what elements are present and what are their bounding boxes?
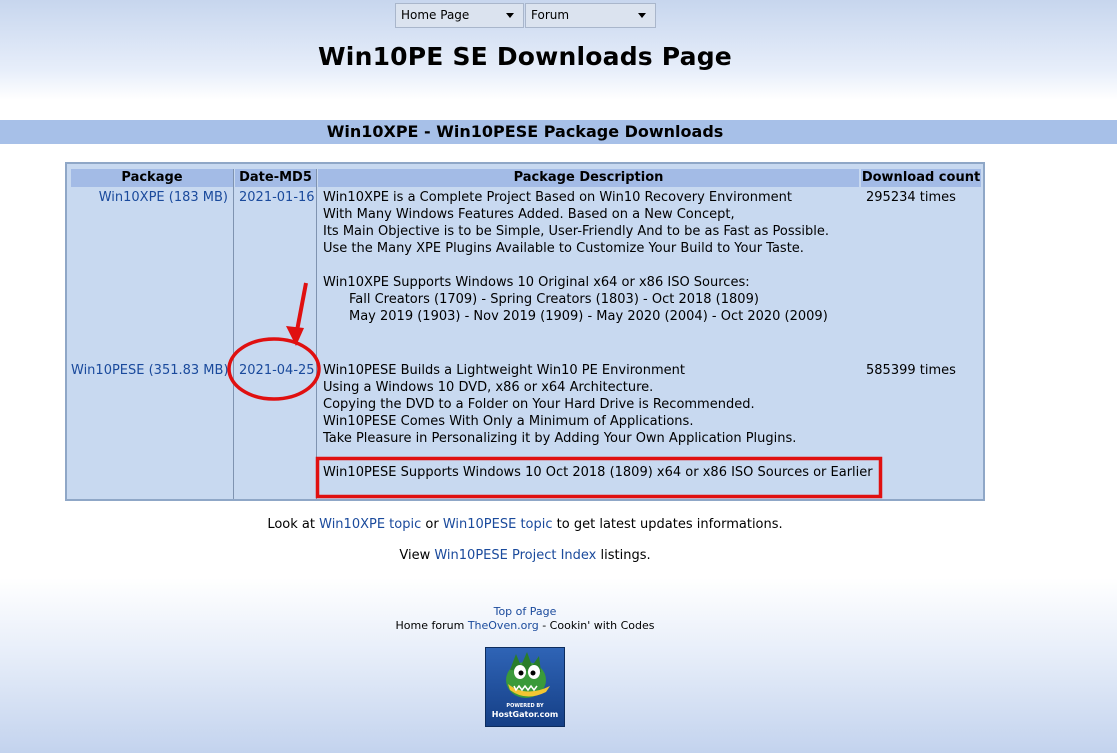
package-link-win10xpe[interactable]: Win10XPE (183 MB) <box>71 189 228 206</box>
package-link-win10pese[interactable]: Win10PESE (351.83 MB) <box>71 362 229 379</box>
project-index-suffix: listings. <box>600 548 651 563</box>
home-forum-line: Home forum TheOven.org - Cookin' with Co… <box>0 619 1050 633</box>
download-count: 585399 times <box>866 363 956 378</box>
home-page-dropdown-label: Home Page <box>401 8 470 22</box>
description-line: Copying the DVD to a Folder on Your Hard… <box>323 397 755 412</box>
home-page-dropdown[interactable]: Home Page <box>395 3 524 28</box>
section-title: Win10XPE - Win10PESE Package Downloads <box>0 120 1117 144</box>
chevron-down-icon <box>638 13 646 18</box>
top-of-page-link[interactable]: Top of Page <box>494 605 557 618</box>
powered-by-text: POWERED BY <box>506 703 544 709</box>
forum-dropdown[interactable]: Forum <box>525 3 656 28</box>
description-line: Win10PESE Builds a Lightweight Win10 PE … <box>323 363 685 378</box>
date-md5-link-win10pese[interactable]: 2021-04-25 <box>239 362 315 379</box>
project-index-prefix: View <box>399 548 431 563</box>
column-header-description: Package Description <box>318 169 859 187</box>
top-navigation: Home Page Forum <box>395 3 656 28</box>
top-of-page-line: Top of Page <box>0 605 1050 619</box>
column-divider <box>316 169 317 499</box>
updates-info-suffix: to get latest updates informations. <box>556 517 783 532</box>
description-line: Win10PESE Comes With Only a Minimum of A… <box>323 414 694 429</box>
download-count: 295234 times <box>866 190 956 205</box>
gator-mascot-icon <box>506 652 550 698</box>
hostgator-name: HostGator.com <box>491 710 559 719</box>
project-index-line: View Win10PESE Project Index listings. <box>0 548 1050 563</box>
column-header-package: Package <box>71 169 233 187</box>
theoven-link[interactable]: TheOven.org <box>468 619 539 632</box>
hostgator-logo[interactable]: POWERED BY HostGator.com <box>485 647 565 727</box>
description-line: With Many Windows Features Added. Based … <box>323 207 735 222</box>
date-md5-link-win10xpe[interactable]: 2021-01-16 <box>239 189 315 206</box>
sources-line: May 2019 (1903) - Nov 2019 (1909) - May … <box>349 309 828 324</box>
column-divider <box>233 169 234 499</box>
sources-title: Win10XPE Supports Windows 10 Original x6… <box>323 275 750 290</box>
updates-info-mid: or <box>425 517 439 532</box>
page-title: Win10PE SE Downloads Page <box>318 42 732 71</box>
description-line: Take Pleasure in Personalizing it by Add… <box>323 431 797 446</box>
description-line: Its Main Objective is to be Simple, User… <box>323 224 829 239</box>
home-forum-suffix: - Cookin' with Codes <box>542 619 655 632</box>
chevron-down-icon <box>506 13 514 18</box>
home-forum-prefix: Home forum <box>395 619 465 632</box>
updates-info-prefix: Look at <box>267 517 315 532</box>
project-index-link[interactable]: Win10PESE Project Index <box>434 548 596 563</box>
downloads-table: Package Date-MD5 Package Description Dow… <box>65 162 985 501</box>
description-line: Using a Windows 10 DVD, x86 or x64 Archi… <box>323 380 654 395</box>
description-line: Use the Many XPE Plugins Available to Cu… <box>323 241 804 256</box>
win10pese-topic-link[interactable]: Win10PESE topic <box>443 517 553 532</box>
description-line: Win10XPE is a Complete Project Based on … <box>323 190 792 205</box>
updates-info-line: Look at Win10XPE topic or Win10PESE topi… <box>0 517 1050 532</box>
sources-line: Fall Creators (1709) - Spring Creators (… <box>349 292 759 307</box>
column-header-date: Date-MD5 <box>235 169 316 187</box>
column-header-download-count: Download count <box>861 169 981 187</box>
forum-dropdown-label: Forum <box>531 8 570 22</box>
sources-title: Win10PESE Supports Windows 10 Oct 2018 (… <box>323 465 873 480</box>
win10xpe-topic-link[interactable]: Win10XPE topic <box>319 517 421 532</box>
